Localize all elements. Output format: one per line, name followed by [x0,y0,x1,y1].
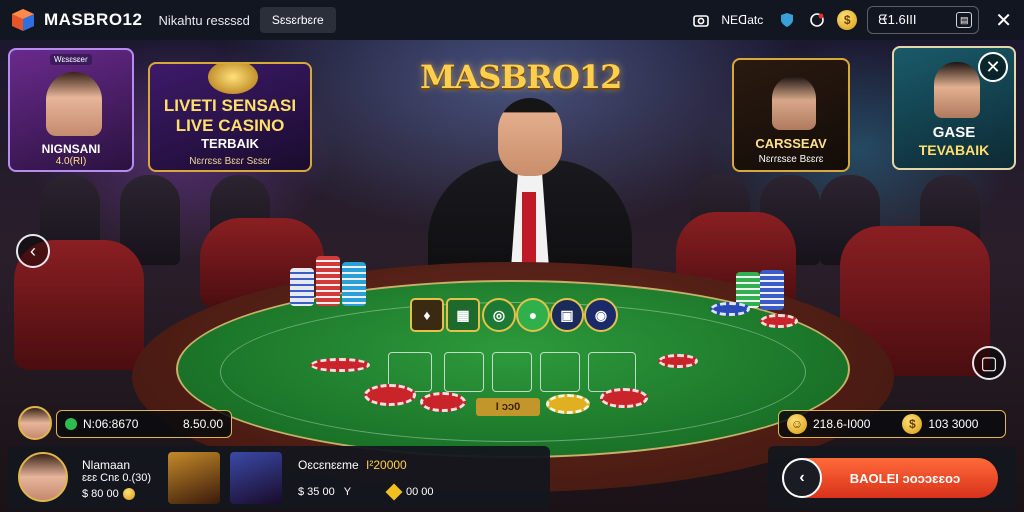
promo-banner-game[interactable]: GASE TEVABAIK ✕ [892,46,1016,170]
player-amount: 8.50.00 [182,417,223,431]
balance-value: ᘀ1.6III [878,12,917,27]
amount-text: $ 80 00 [82,488,119,500]
bet-option-icon[interactable]: ▦ [446,298,480,332]
top-right-controls: NEᗡatc $ ᘀ1.6III ▤ ✕ [691,0,1012,40]
banner-subtitle: TEVABAIK [918,142,990,158]
chip [600,388,648,408]
cta-label: BAOLEI ɔoɔɔɛɛoɔ [849,470,961,486]
banner-line: Nɛɾɾɛsɛ Bɛɛɾ Sɛsɛɾ [189,156,271,167]
bet-option-icon[interactable]: ◎ [482,298,516,332]
center-logo: MASBRO12 [420,58,622,96]
stat-value: 218.6-I000 [813,417,871,431]
banner-title: CARSSEAV [755,136,827,151]
host-portrait [772,76,816,130]
amount-text: 00 00 [406,486,434,498]
bottom-players-panel: Nlamaan ɛɛɛ Cnɛ 0.(30) $ 80 00 Oɛcɛnɛɛme… [8,446,550,510]
diamond-coin-icon [385,483,403,501]
online-status-icon [65,418,77,430]
back-arrow-icon[interactable]: ‹ [16,234,50,268]
chip-stack [342,262,366,306]
player-name: Oɛcɛnɛɛme I²20000 [298,458,407,472]
player-name-text: Oɛcɛnɛɛme [298,458,359,472]
dealer-head [498,98,562,176]
banner-title: NIGNSANI [41,142,101,156]
player-amount: 00 00 [385,483,434,501]
chip [710,302,750,316]
bet-slot[interactable] [588,352,636,392]
close-icon[interactable]: ✕ [995,8,1012,33]
player-name: N:06:8670 [83,417,139,431]
wallet-icon[interactable]: ▤ [956,12,973,28]
bet-slot[interactable] [492,352,532,392]
chip-stack [760,270,784,310]
stats-pill: ☺ 218.6-I000 $ 103 3000 [778,410,1006,438]
banner-subtitle: 4.0(RI) [55,156,87,167]
chip [364,384,416,406]
crown-emblem-icon [208,64,258,94]
banner-line: LIVETI SENSASI [163,96,297,115]
host-portrait [934,62,980,118]
player-amount: $ 35 00 Y [298,486,351,498]
shield-icon[interactable] [777,10,797,30]
chip [658,354,698,368]
amount-suffix: Y [343,486,352,498]
player-name: Nlamaan [82,458,131,472]
game-thumbnail[interactable] [168,452,220,504]
brand-cube-icon [10,7,36,33]
bet-option-icon[interactable]: ▣ [550,298,584,332]
chip-stack [316,256,340,306]
hostess-portrait [46,72,102,136]
camera-icon[interactable] [691,10,711,30]
nav-link[interactable]: Nikahtu ɾesɛsɛd [158,13,249,28]
back-arrow-icon[interactable]: ‹ [782,458,822,498]
chip [546,394,590,414]
bet-option-icon[interactable]: ♦ [410,298,444,332]
brand-name[interactable]: MASBRO12 [44,10,142,30]
balance-box[interactable]: ᘀ1.6III ▤ [867,6,980,34]
player-avatar[interactable] [18,406,52,440]
top-bar: MASBRO12 Nikahtu ɾesɛsɛd Sɛsɛɾbɛɾe NEᗡat… [0,0,1024,40]
place-bet-button[interactable]: ‹ BAOLEI ɔoɔɔɛɛoɔ [782,458,998,498]
player-bet: I²20000 [366,458,407,472]
bet-slot[interactable] [444,352,484,392]
bet-amount-label[interactable]: I ɔɔ0 [476,398,540,416]
stat-value: 103 3000 [928,417,979,431]
promo-banner-host[interactable]: CARSSEAV Nɛɾɾɛsɛe Bɛɛɾɛ [732,58,850,172]
chip-stack [290,268,314,306]
bet-option-icon[interactable]: ● [516,298,550,332]
promo-banner-hostess[interactable]: Wɛsɛsɛeɾ NIGNSANI 4.0(RI) [8,48,134,172]
player-amount: $ 80 00 [82,488,135,500]
player-subtitle: ɛɛɛ Cnɛ 0.(30) [82,472,152,484]
notification-icon[interactable] [807,10,827,30]
bet-slot[interactable] [540,352,580,392]
chip [420,392,466,412]
amount-text: $ 35 00 [298,486,335,498]
coin-icon: $ [837,10,858,30]
bet-option-icon[interactable]: ◉ [584,298,618,332]
promo-banner-live-casino[interactable]: LIVETI SENSASI LIVE CASINO TERBAIK Nɛɾɾɛ… [148,62,312,172]
banner-tag: Wɛsɛsɛeɾ [50,54,92,65]
coin-icon [122,488,135,500]
chip [760,314,798,328]
cta-panel: ‹ BAOLEI ɔoɔɔɛɛoɔ [768,446,1016,510]
chip [310,358,370,372]
banner-line: TERBAIK [201,136,259,151]
casino-stage: Wɛsɛsɛeɾ NIGNSANI 4.0(RI) LIVETI SENSASI… [0,40,1024,512]
game-thumbnail[interactable] [230,452,282,504]
nav-button[interactable]: Sɛsɛɾbɛɾe [259,7,336,33]
network-label: NEᗡatc [721,13,764,27]
banner-subtitle: Nɛɾɾɛsɛe Bɛɛɾɛ [758,154,824,165]
player-info-pill: N:06:8670 8.50.00 [56,410,232,438]
smiley-coin-icon: ☺ [787,414,807,434]
close-icon[interactable]: ✕ [978,52,1008,82]
banner-title: GASE [932,124,976,141]
chat-icon[interactable]: ▢ [972,346,1006,380]
player-avatar[interactable] [18,452,68,502]
coin-icon: $ [902,414,923,434]
banner-line: LIVE CASINO [175,116,285,135]
